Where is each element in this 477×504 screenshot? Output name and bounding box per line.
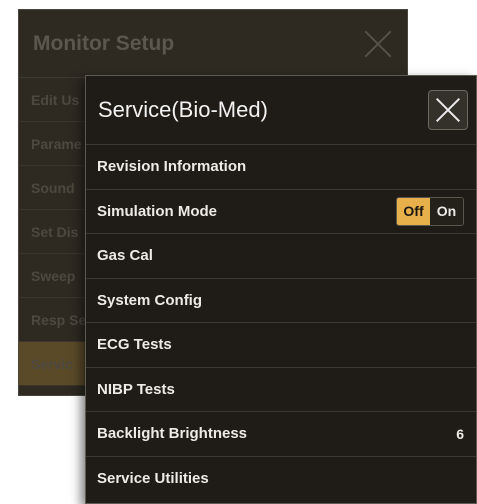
menu-item-label: Backlight Brightness: [97, 425, 248, 443]
toggle-off-option[interactable]: Off: [397, 197, 430, 225]
menu-item-nibp-tests[interactable]: NIBP Tests: [86, 366, 476, 412]
menu-item-system-config[interactable]: System Config: [86, 277, 476, 323]
backlight-brightness-value: 6: [456, 425, 464, 442]
menu-item-label: NIBP Tests: [97, 380, 175, 398]
menu-item-revision-information[interactable]: Revision Information: [86, 144, 476, 189]
menu-item-backlight-brightness[interactable]: Backlight Brightness 6: [86, 411, 476, 456]
close-icon: [363, 29, 393, 59]
menu-item-gas-cal[interactable]: Gas Cal: [86, 233, 476, 278]
menu-item-label: ECG Tests: [97, 336, 172, 354]
simulation-mode-toggle[interactable]: Off On: [396, 196, 464, 226]
menu-item-simulation-mode[interactable]: Simulation Mode Off On: [86, 188, 476, 234]
close-button[interactable]: [428, 90, 468, 130]
menu-item-label: Revision Information: [97, 158, 247, 176]
menu-item-label: Service Utilities: [97, 469, 209, 487]
dialog-title: Service(Bio-Med): [98, 97, 268, 122]
menu-item-service-utilities[interactable]: Service Utilities: [86, 455, 476, 501]
menu-item-ecg-tests[interactable]: ECG Tests: [86, 322, 476, 367]
menu-item-label: Simulation Mode: [97, 202, 217, 220]
service-biomed-dialog: Service(Bio-Med) Revision Information Si…: [85, 75, 477, 504]
monitor-setup-title: Monitor Setup: [33, 31, 175, 55]
toggle-on-option[interactable]: On: [430, 197, 463, 225]
dialog-header: Service(Bio-Med): [86, 76, 476, 144]
menu-item-label: System Config: [97, 291, 203, 309]
menu-item-label: Gas Cal: [97, 247, 153, 265]
monitor-setup-header: Monitor Setup: [19, 10, 407, 78]
